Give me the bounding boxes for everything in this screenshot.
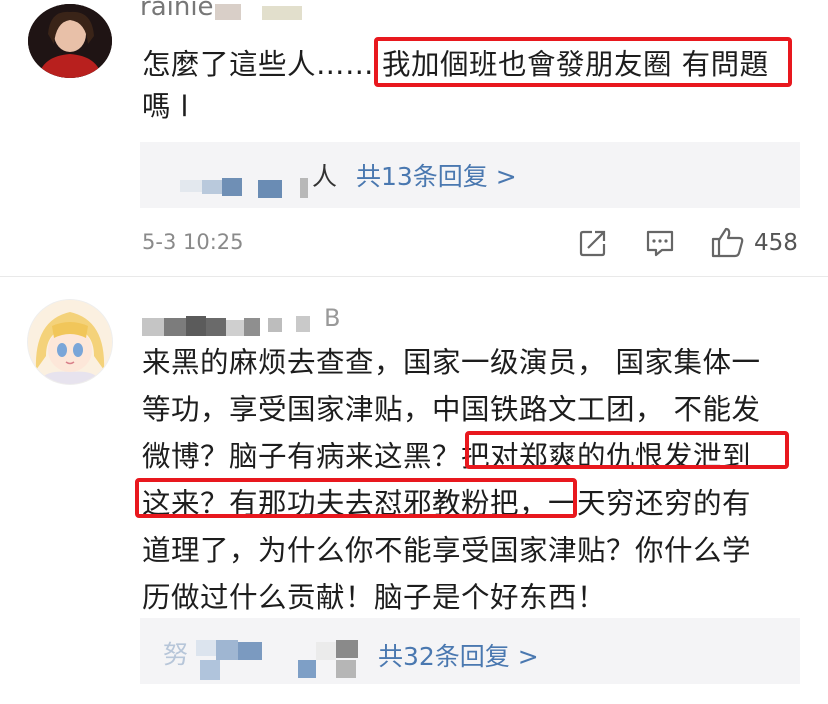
reply-user-blur: [298, 660, 316, 678]
reply-user-blur: [222, 178, 242, 196]
username-blur: [215, 4, 241, 20]
highlight-box: [465, 431, 789, 469]
comment-text-line: 等功，享受国家津贴，中国铁路文工团， 不能发: [142, 393, 761, 426]
reply-user-blur: [216, 640, 238, 660]
avatar[interactable]: [28, 4, 112, 78]
username[interactable]: rainie: [140, 0, 214, 22]
comment-text-line: 道理了，为什么你不能享受国家津贴？你什么学: [142, 534, 752, 567]
reply-user-name: 努: [163, 640, 189, 669]
comment-text-line: 历做过什么贡献！脑子是个好东西！: [142, 581, 607, 614]
username-blur: [142, 318, 164, 336]
comment-text-line: 来黑的麻烦去查查，国家一级演员， 国家集体一: [142, 346, 761, 379]
username-blur: [226, 320, 244, 336]
reply-count-link[interactable]: 共32条回复 >: [378, 637, 539, 673]
reply-user-blur: [202, 180, 222, 194]
highlight-box: [135, 478, 577, 518]
username-suffix[interactable]: B: [324, 304, 340, 332]
comment-text-part: 怎麼了這些人……: [142, 48, 375, 81]
username-blur: [296, 316, 310, 332]
reply-user-blur: [180, 180, 202, 192]
share-icon[interactable]: [578, 228, 608, 258]
avatar[interactable]: [28, 300, 112, 384]
reply-user-blur: [258, 180, 282, 198]
reply-count-link[interactable]: 共13条回复 >: [356, 157, 517, 193]
reply-user-blur: [316, 642, 336, 660]
like-count: 458: [754, 230, 798, 256]
comment-text-line: 嗎 l: [142, 90, 189, 123]
highlight-box: [374, 37, 792, 87]
reply-user-blur: [238, 642, 262, 660]
username-blur: [206, 318, 226, 336]
username-blur: [262, 6, 302, 20]
username-blur: [268, 318, 282, 332]
username-blur: [186, 316, 206, 336]
comment-icon[interactable]: [645, 228, 675, 258]
reply-user-name: 人: [312, 162, 338, 191]
like-icon[interactable]: [711, 226, 745, 258]
reply-user-blur: [336, 660, 356, 678]
reply-user-blur: [200, 660, 220, 680]
avatar-anime-girl: [28, 300, 112, 384]
comment-divider: [0, 276, 828, 277]
username-blur: [244, 318, 260, 336]
username-blur: [164, 318, 186, 336]
comment-time: 5-3 10:25: [142, 230, 244, 254]
reply-user-blur: [300, 178, 308, 198]
avatar-photo: [28, 4, 112, 78]
reply-user-blur: [196, 640, 216, 656]
reply-user-blur: [336, 640, 358, 658]
